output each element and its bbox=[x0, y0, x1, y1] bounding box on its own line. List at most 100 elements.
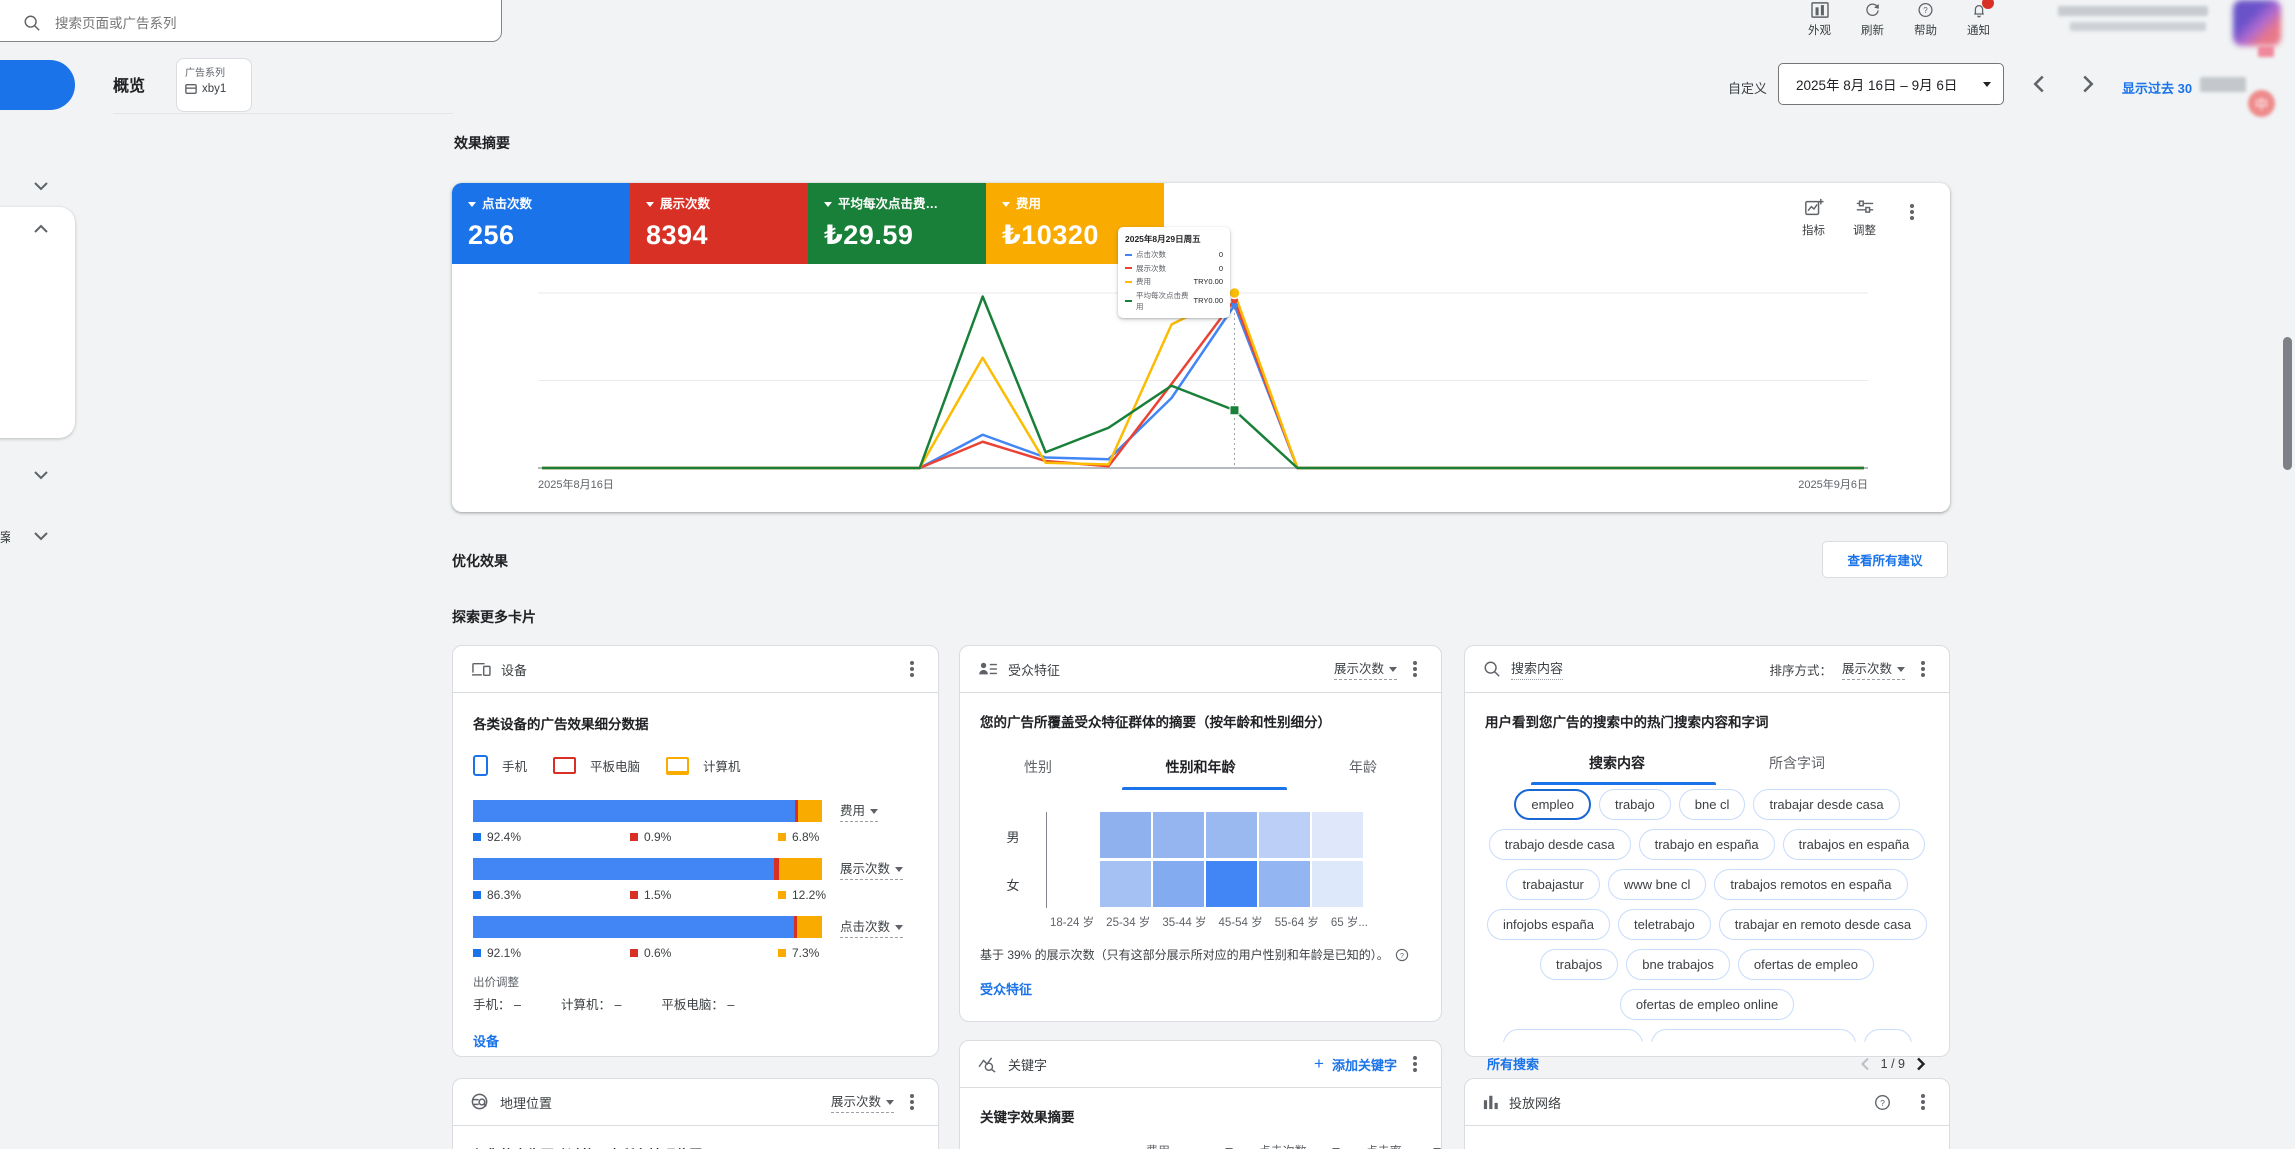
search-term-chip[interactable]: trabajo en españa bbox=[1639, 829, 1775, 860]
heatmap-cell[interactable] bbox=[1100, 812, 1151, 858]
search-term-chip[interactable]: trabajos remotos en españa bbox=[1714, 869, 1907, 900]
heatmap-cell[interactable] bbox=[1312, 861, 1363, 907]
bar-metric-select[interactable]: 展示次数 bbox=[840, 858, 903, 880]
card-title: 受众特征 bbox=[1008, 660, 1060, 679]
search-term-chip[interactable]: trabajos bbox=[1540, 949, 1618, 980]
metric-caret-icon bbox=[1002, 202, 1010, 207]
search-term-chip[interactable]: trabajos en españa bbox=[1783, 829, 1926, 860]
device-bar-clicks[interactable] bbox=[473, 916, 822, 938]
heatmap-cell[interactable] bbox=[1153, 812, 1204, 858]
search-term-chip[interactable]: trabajar desde casa bbox=[1753, 789, 1899, 820]
date-range-select[interactable]: 2025年 8月 16日 – 9月 6日 bbox=[1778, 63, 2004, 105]
nav-chevron-up-icon[interactable] bbox=[33, 224, 49, 234]
demographics-kebab-menu[interactable] bbox=[1413, 667, 1417, 671]
search-term-chip[interactable]: trabajo bbox=[1599, 789, 1671, 820]
adjust-button[interactable]: 调整 bbox=[1853, 198, 1876, 238]
keywords-kebab-menu[interactable] bbox=[1413, 1062, 1417, 1066]
locations-metric-select[interactable]: 展示次数 bbox=[831, 1091, 894, 1113]
metric-impressions[interactable]: 展示次数 8394 bbox=[630, 183, 808, 264]
heatmap-cell[interactable] bbox=[1047, 812, 1098, 858]
notifications-button[interactable]: 通知 bbox=[1967, 2, 1990, 38]
page-scrollbar-thumb[interactable] bbox=[2283, 337, 2292, 470]
demographics-link[interactable]: 受众特征 bbox=[980, 979, 1421, 998]
metric-avg-cpc[interactable]: 平均每次点击费… ₺29.59 bbox=[808, 183, 986, 264]
help-button[interactable]: ? 帮助 bbox=[1914, 2, 1937, 38]
heatmap-cell[interactable] bbox=[1206, 861, 1257, 907]
campaign-chip-name: xby1 bbox=[202, 83, 226, 95]
column-header-clicks[interactable]: 点击次数 bbox=[1259, 1142, 1340, 1149]
heatmap-cell[interactable] bbox=[1259, 861, 1310, 907]
device-bar-cost[interactable] bbox=[473, 800, 822, 822]
nav-chevron-down-icon[interactable] bbox=[33, 181, 49, 191]
locations-kebab-menu[interactable] bbox=[910, 1100, 914, 1104]
search-term-chip[interactable]: trabajo desde casa bbox=[1489, 829, 1631, 860]
search-term-chip[interactable]: teletrabajo bbox=[1618, 909, 1711, 940]
search-term-chip[interactable]: www bne cl bbox=[1608, 869, 1706, 900]
heatmap-cell[interactable] bbox=[1312, 812, 1363, 858]
heatmap-cell[interactable] bbox=[1259, 812, 1310, 858]
tab-age[interactable]: 年龄 bbox=[1349, 757, 1377, 777]
device-bar-impressions[interactable] bbox=[473, 858, 822, 880]
page-next-icon[interactable] bbox=[1915, 1057, 1927, 1071]
networks-kebab-menu[interactable] bbox=[1921, 1100, 1925, 1104]
card-title[interactable]: 搜索内容 bbox=[1511, 658, 1563, 680]
tab-searches[interactable]: 搜索内容 bbox=[1589, 753, 1645, 773]
tab-words[interactable]: 所含字词 bbox=[1769, 753, 1825, 773]
appearance-button[interactable]: 外观 bbox=[1808, 2, 1831, 38]
question-circle-icon[interactable]: ? bbox=[1395, 948, 1409, 962]
metrics-button[interactable]: 指标 bbox=[1802, 198, 1825, 238]
heatmap-cell[interactable] bbox=[1206, 812, 1257, 858]
nav-chevron-down-icon[interactable] bbox=[33, 470, 49, 480]
search-term-chip[interactable]: trabajastur bbox=[1506, 869, 1599, 900]
column-header-cost[interactable]: 费用 bbox=[1146, 1142, 1233, 1149]
heatmap-row-label: 女 bbox=[1006, 875, 1019, 894]
ime-badge[interactable]: 中 bbox=[2248, 90, 2275, 117]
tab-gender[interactable]: 性别 bbox=[1024, 757, 1052, 777]
bar-metric-select[interactable]: 费用 bbox=[840, 800, 878, 822]
all-searches-link[interactable]: 所有搜索 bbox=[1487, 1054, 1539, 1073]
add-keywords-button[interactable]: + 添加关键字 bbox=[1314, 1054, 1397, 1074]
metric-clicks[interactable]: 点击次数 256 bbox=[452, 183, 630, 264]
search-term-chip[interactable]: bne trabajos bbox=[1626, 949, 1730, 980]
global-search-box[interactable] bbox=[0, 0, 502, 42]
search-term-chip[interactable]: ofertas de empleo bbox=[1738, 949, 1874, 980]
summary-kebab-menu[interactable] bbox=[1910, 210, 1914, 214]
search-term-chip[interactable]: bne cl bbox=[1679, 789, 1746, 820]
search-term-chip[interactable]: ofertas de empleo online bbox=[1620, 989, 1794, 1020]
refresh-button[interactable]: 刷新 bbox=[1861, 2, 1884, 38]
column-header-ctr[interactable]: 点击率 bbox=[1366, 1142, 1441, 1149]
demographics-metric-select[interactable]: 展示次数 bbox=[1334, 658, 1397, 680]
search-input[interactable] bbox=[53, 15, 437, 32]
nav-label-clipped: 案 bbox=[0, 527, 10, 545]
devices-link[interactable]: 设备 bbox=[473, 1031, 918, 1050]
gender-age-heatmap bbox=[1046, 812, 1363, 908]
searches-metric-select[interactable]: 展示次数 bbox=[1842, 658, 1905, 680]
bar-chart-icon bbox=[1483, 1094, 1499, 1110]
keywords-icon bbox=[978, 1056, 998, 1073]
view-all-recommendations-button[interactable]: 查看所有建议 bbox=[1822, 541, 1948, 578]
heatmap-cell[interactable] bbox=[1047, 861, 1098, 907]
bar-metric-select[interactable]: 点击次数 bbox=[840, 916, 903, 938]
devices-icon bbox=[471, 661, 491, 678]
active-tab-underline bbox=[1122, 787, 1287, 790]
active-nav-pill[interactable] bbox=[0, 60, 75, 110]
nav-chevron-down-icon[interactable] bbox=[33, 531, 49, 541]
prev-range-button[interactable] bbox=[2031, 74, 2047, 94]
series-dash-impressions bbox=[1125, 267, 1132, 269]
search-term-chip[interactable]: infojobs españa bbox=[1487, 909, 1610, 940]
campaign-icon bbox=[185, 83, 197, 95]
question-circle-icon[interactable]: ? bbox=[1874, 1094, 1891, 1111]
heatmap-cell[interactable] bbox=[1100, 861, 1151, 907]
next-range-button[interactable] bbox=[2080, 74, 2096, 94]
avatar[interactable] bbox=[2233, 0, 2281, 46]
heatmap-col-label: 18-24 岁 bbox=[1050, 914, 1094, 930]
heatmap-cell[interactable] bbox=[1153, 861, 1204, 907]
page-prev-icon[interactable] bbox=[1859, 1057, 1871, 1071]
show-past-link[interactable]: 显示过去 30 bbox=[2122, 78, 2192, 97]
campaign-chip[interactable]: 广告系列 xby1 bbox=[176, 58, 252, 112]
tab-gender-age[interactable]: 性别和年龄 bbox=[1166, 757, 1236, 777]
devices-kebab-menu[interactable] bbox=[910, 667, 914, 671]
searches-kebab-menu[interactable] bbox=[1921, 667, 1925, 671]
search-term-chip[interactable]: empleo bbox=[1514, 789, 1591, 820]
search-term-chip[interactable]: trabajar en remoto desde casa bbox=[1719, 909, 1927, 940]
